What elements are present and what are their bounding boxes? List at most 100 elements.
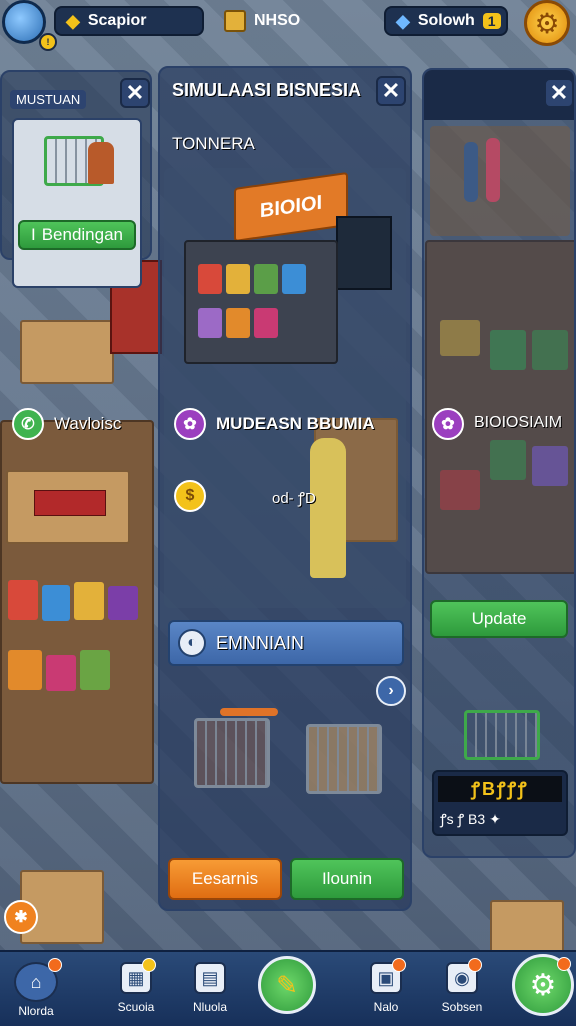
right-panel: ✕ ✿ BIOIOSIAIM Update ꝭBꝭꝭꝭ ꝭs ꝭ B3 ✦ <box>422 68 576 858</box>
center-panel-title: SIMULAASI BISNESIA <box>172 80 362 100</box>
resource-1-label: Scapior <box>87 12 147 29</box>
ilounin-label: Ilounin <box>321 869 373 888</box>
resource-stock[interactable]: NHSO <box>214 6 364 36</box>
product <box>198 308 222 338</box>
store-shelf <box>184 240 338 364</box>
customer-figure <box>464 142 478 202</box>
player-avatar[interactable]: ! <box>2 0 57 51</box>
nav-label: Scuoia <box>117 1000 155 1014</box>
eesarnis-label: Eesarnis <box>191 869 259 888</box>
center-panel-close-icon[interactable]: ✕ <box>376 76 406 106</box>
product <box>254 264 278 294</box>
shield-icon: ◐ <box>178 629 206 657</box>
center-panel-subtitle: TONNERA <box>172 134 255 153</box>
row-2-value: od- ꝭD <box>272 490 316 507</box>
bendingan-label: Bendingan <box>41 225 124 244</box>
shopkeeper-figure <box>310 438 346 578</box>
cart-handle <box>220 708 278 716</box>
resource-coins[interactable]: ◆ Scapior <box>54 6 204 36</box>
product <box>42 585 70 621</box>
nav-item-scuoia[interactable]: ▦ Scuoia <box>100 958 172 1024</box>
cart-option-1-image[interactable] <box>194 718 270 788</box>
shop-icon: ▤ <box>194 962 226 994</box>
next-arrow-icon[interactable]: › <box>376 676 406 706</box>
eesarnis-button[interactable]: Eesarnis <box>168 858 282 900</box>
home-icon: ⌂ <box>14 958 62 1002</box>
resource-gems[interactable]: ◆ Solowh 1 <box>384 6 508 36</box>
coin-icon: ◆ <box>66 10 80 31</box>
shopper-figure <box>88 142 114 184</box>
section-label: EMNNIAIN <box>216 632 305 653</box>
ilounin-button[interactable]: Ilounin <box>290 858 404 900</box>
avatar-badge: ! <box>39 33 57 51</box>
score-sub: ꝭs ꝭ B3 ✦ <box>440 811 501 827</box>
nav-label: Nluola <box>192 1000 228 1014</box>
right-panel-close-icon[interactable]: ✕ <box>544 78 574 108</box>
resource-3-label: Solowh <box>417 12 475 29</box>
product <box>108 586 138 620</box>
product <box>226 264 250 294</box>
score-text: ꝭBꝭꝭꝭ <box>438 776 562 802</box>
customer-figure <box>486 138 500 202</box>
resource-3-badge: 1 <box>482 13 501 29</box>
box-stack <box>490 900 564 954</box>
badge-icon[interactable]: ✿ <box>174 408 206 440</box>
left-panel-header: MUSTUAN <box>10 90 87 109</box>
product <box>254 308 278 338</box>
right-store-image <box>430 126 570 236</box>
gem-icon: ◆ <box>396 10 410 31</box>
nav-item-sobsen[interactable]: ◉ Sobsen <box>426 958 498 1024</box>
right-row-label: BIOIOSIAIM <box>474 414 563 431</box>
nav-label: Nalo <box>373 1000 399 1014</box>
coin-bag-icon[interactable]: $ <box>174 480 206 512</box>
pencil-icon[interactable]: ✎ <box>258 956 316 1014</box>
notification-dot <box>142 958 156 972</box>
right-badge-icon[interactable]: ✿ <box>432 408 464 440</box>
left-panel-card[interactable]: I Bendingan <box>12 118 142 288</box>
section-header[interactable]: ◐ EMNNIAIN <box>168 620 404 666</box>
resource-2-label: NHSO <box>254 12 301 29</box>
notification-dot <box>48 958 62 972</box>
shelf-sign <box>34 490 106 516</box>
display-screen <box>336 216 392 290</box>
nav-label: Sobsen <box>441 1000 483 1014</box>
product <box>80 650 110 690</box>
store-scene-image: BIOIOI <box>164 168 406 608</box>
settings-gear-icon-bottom[interactable]: ⚙ <box>512 954 574 1016</box>
left-panel: MUSTUAN ✕ I Bendingan <box>0 70 152 288</box>
cart-option-2-image[interactable] <box>306 724 382 794</box>
notification-dot <box>468 958 482 972</box>
nav-item-nalo[interactable]: ▣ Nalo <box>350 958 422 1024</box>
bendingan-button[interactable]: I Bendingan <box>18 220 136 250</box>
product <box>282 264 306 294</box>
update-label: Update <box>471 609 527 628</box>
left-status-label: Wavloisc <box>54 414 122 433</box>
top-bar: ! ◆ Scapior NHSO ◆ Solowh 1 ⚙ <box>0 0 576 51</box>
right-cart-image <box>464 710 540 760</box>
row-1-label: MUDEASN BBUMIA <box>216 414 375 433</box>
cart-boxes <box>20 320 114 384</box>
phone-icon[interactable]: ✆ <box>12 408 44 440</box>
nav-item-nluola[interactable]: ▤ Nluola <box>174 962 246 1024</box>
left-panel-close-icon[interactable]: ✕ <box>120 78 150 108</box>
nav-label: Nlorda <box>18 1004 54 1018</box>
settings-gear-icon[interactable]: ⚙ <box>524 0 570 46</box>
product <box>8 650 42 690</box>
product <box>46 655 76 691</box>
product <box>74 582 104 620</box>
score-board: ꝭBꝭꝭꝭ ꝭs ꝭ B3 ✦ <box>432 770 568 836</box>
box-icon: ▣ <box>370 958 406 994</box>
product <box>226 308 250 338</box>
product <box>8 580 38 620</box>
nav-item-nlorda[interactable]: ⌂ Nlorda <box>0 958 72 1024</box>
center-panel: SIMULAASI BISNESIA ✕ TONNERA BIOIOI ✿ MU… <box>158 66 412 911</box>
notification-dot <box>557 957 571 971</box>
button-prefix: I <box>30 225 36 244</box>
store-sign: BIOIOI <box>234 171 348 243</box>
wrench-icon[interactable]: ✱ <box>4 900 38 934</box>
store-icon: ▦ <box>120 958 156 994</box>
notification-dot <box>392 958 406 972</box>
bottom-nav-bar: ⌂ Nlorda ▦ Scuoia ▤ Nluola ✎ ▣ Nalo ◉ So… <box>0 950 576 1026</box>
product <box>198 264 222 294</box>
update-button[interactable]: Update <box>430 600 568 638</box>
